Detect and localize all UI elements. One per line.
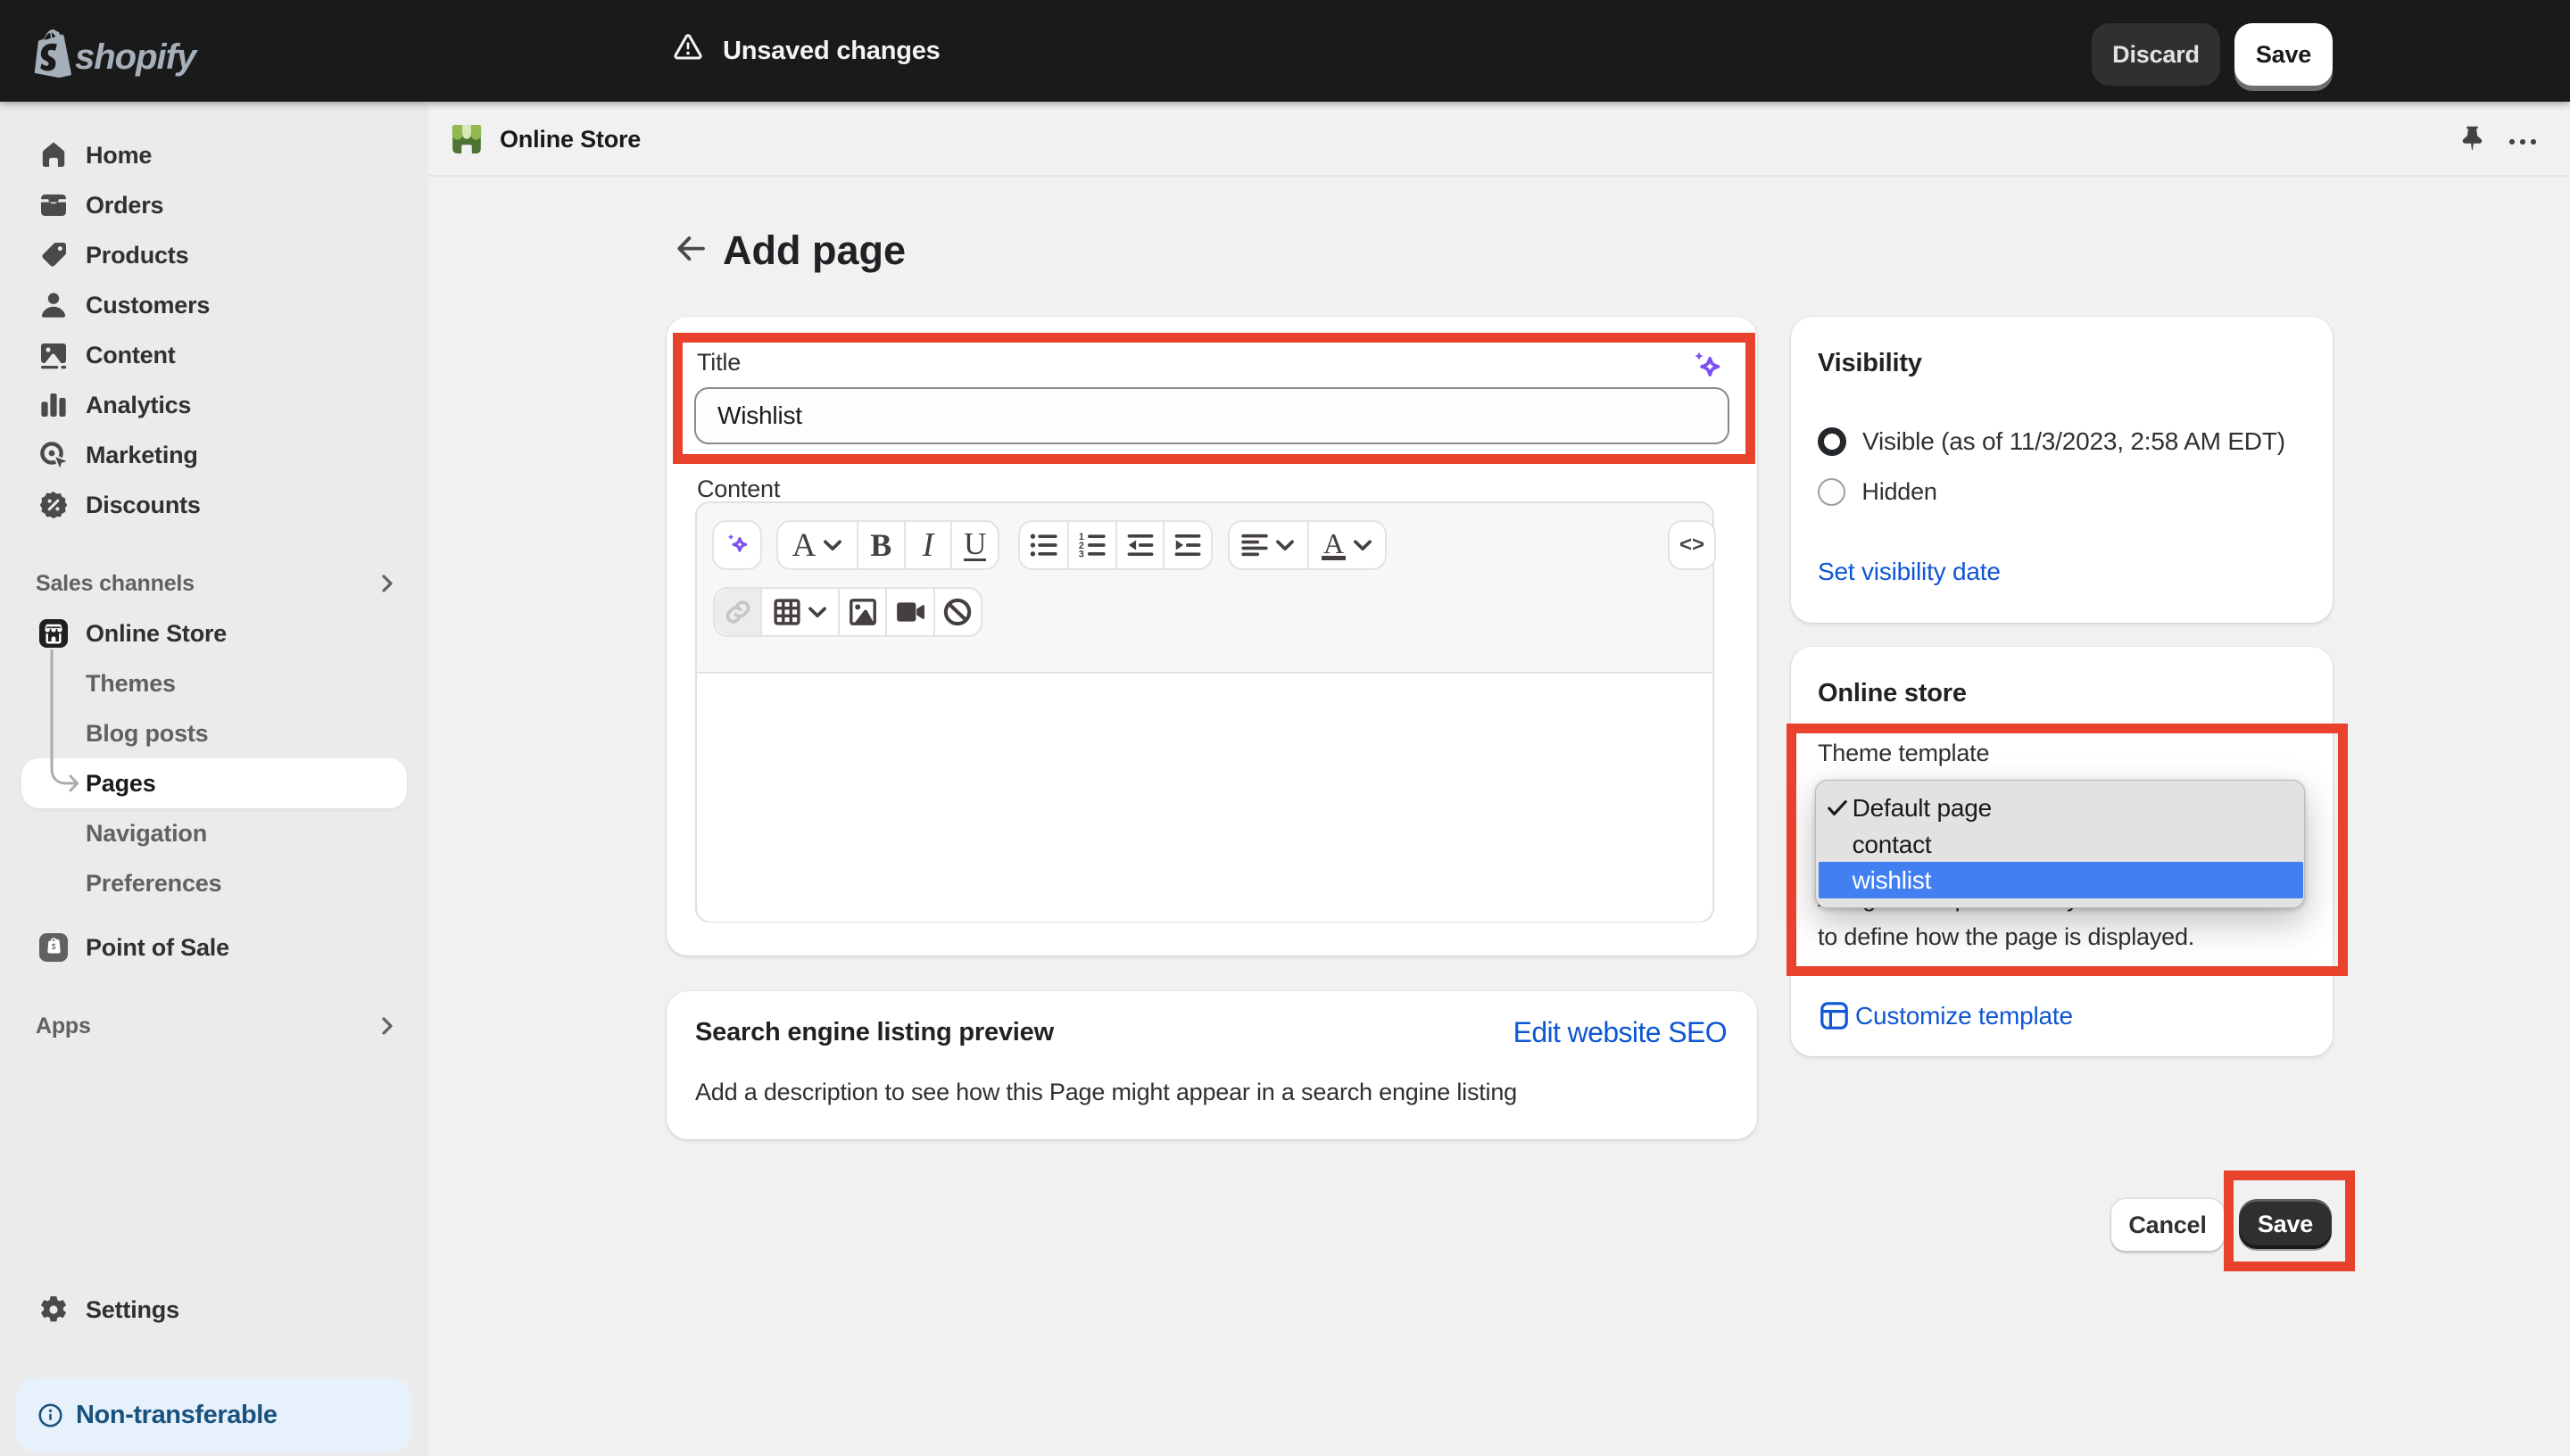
svg-text:shopify: shopify (75, 37, 198, 77)
svg-text:3: 3 (1079, 550, 1084, 558)
